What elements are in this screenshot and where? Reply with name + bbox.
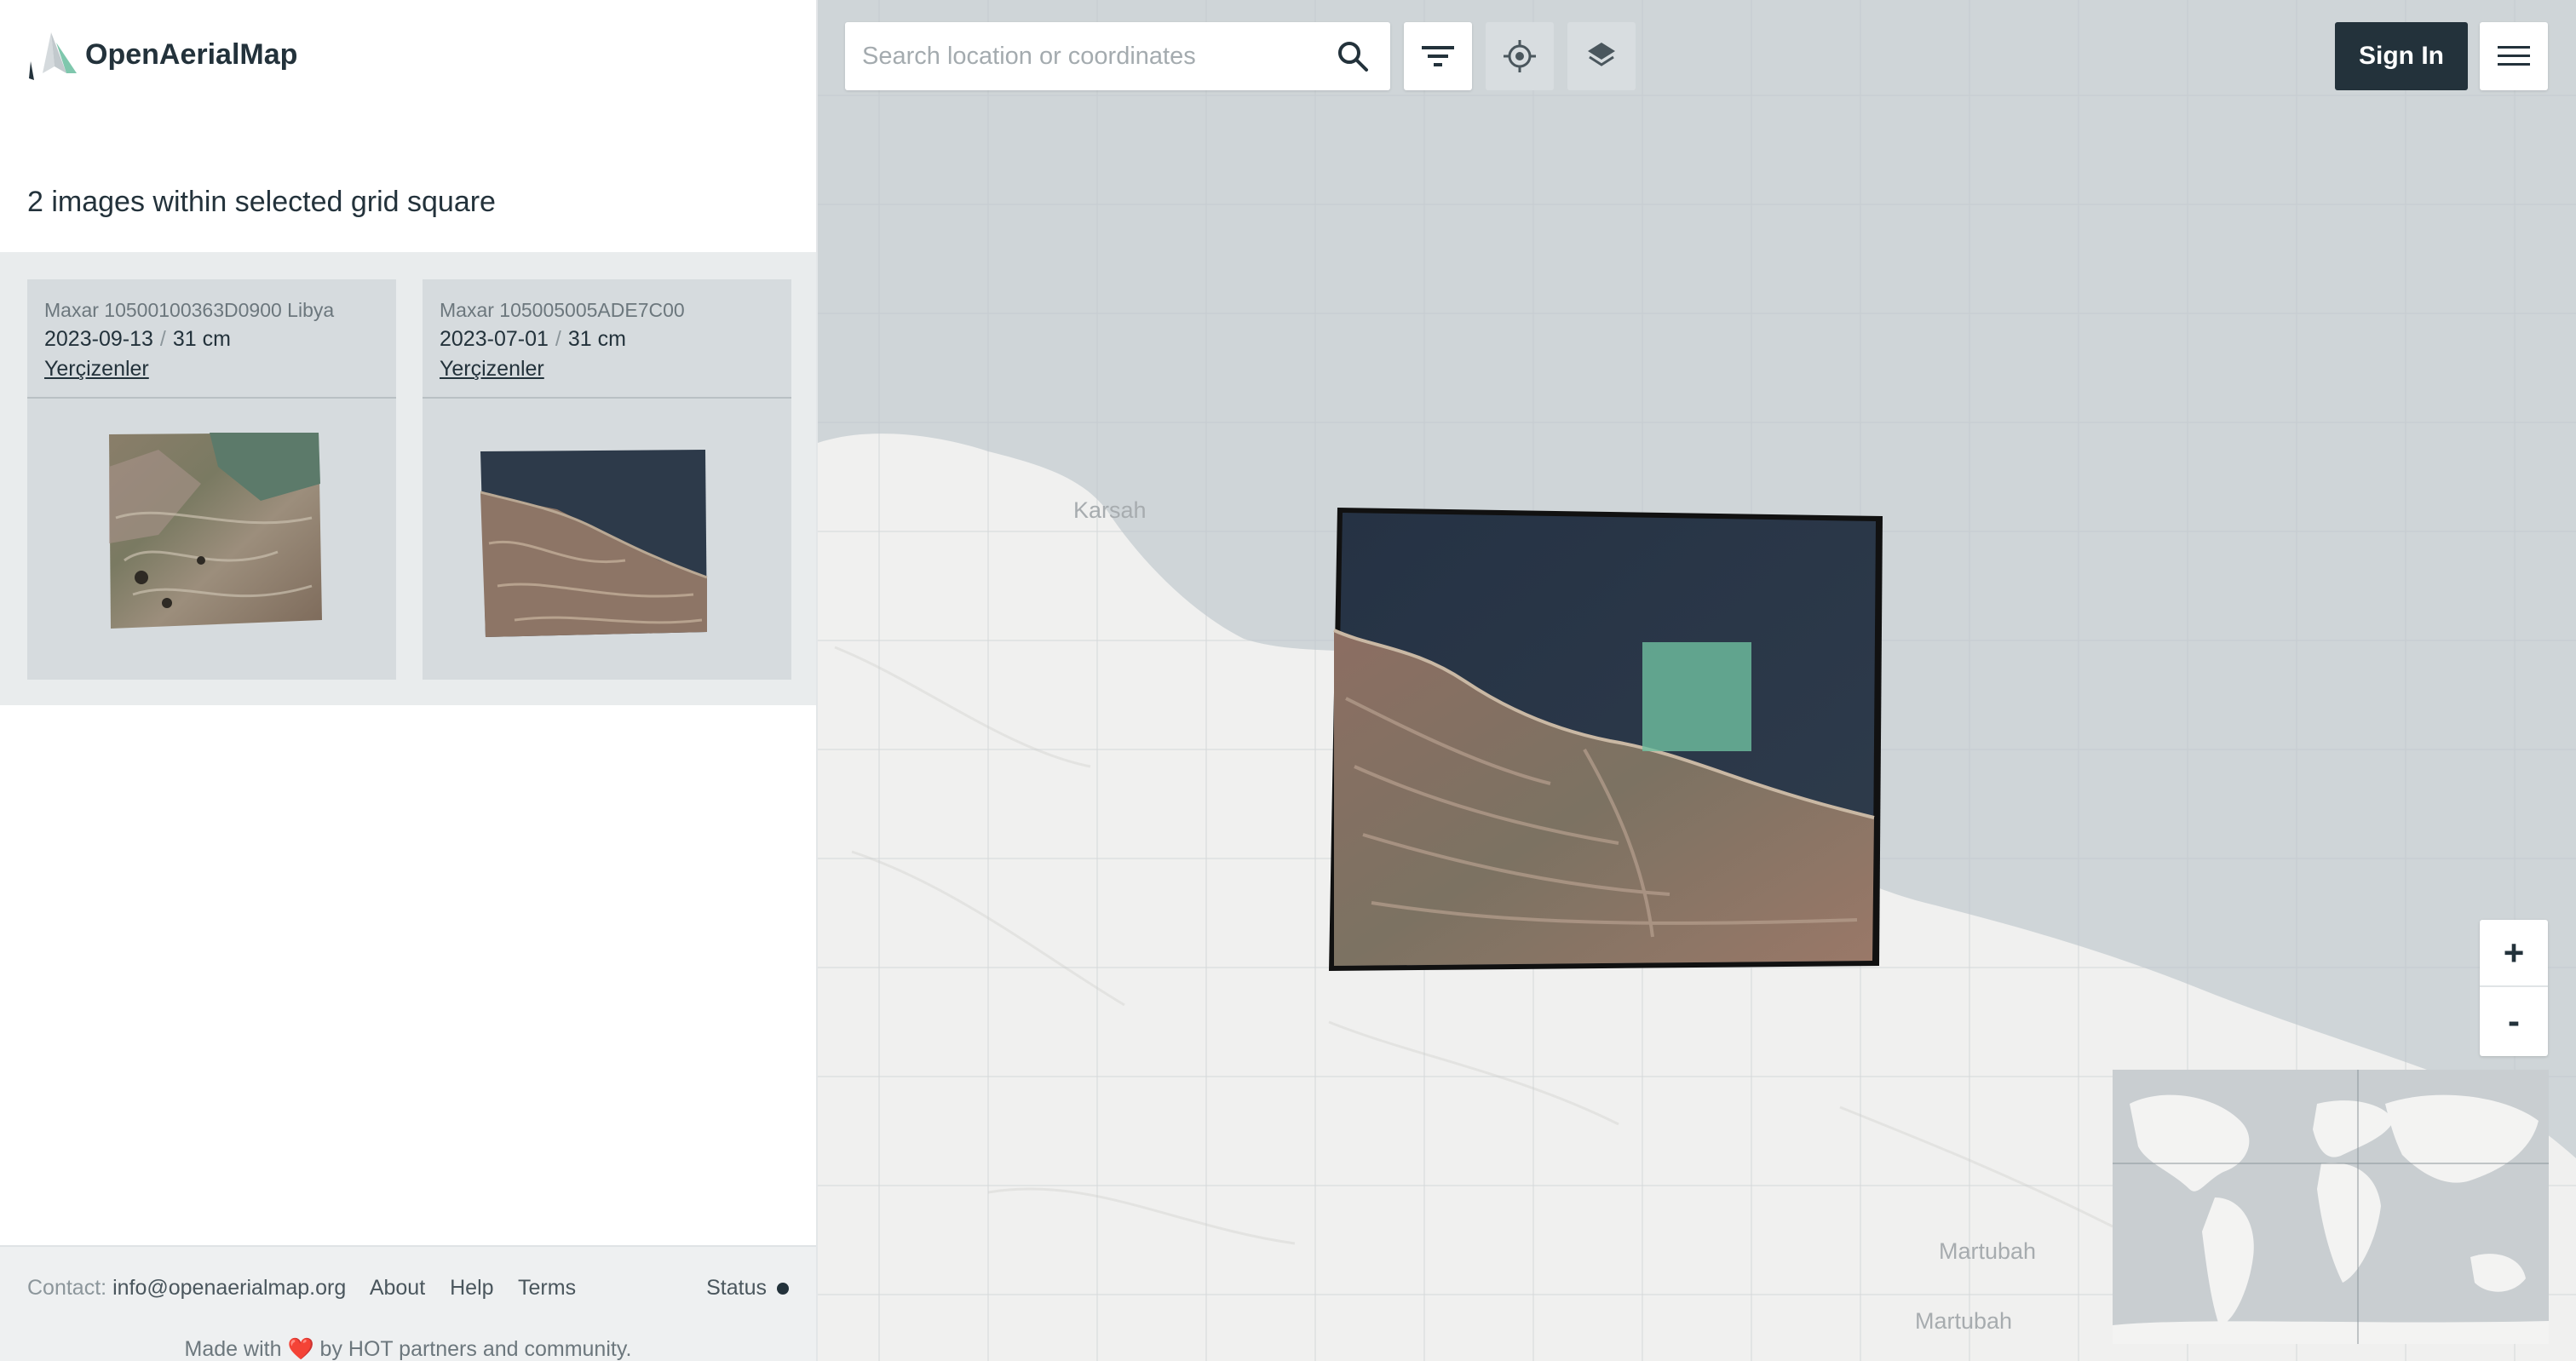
zoom-control: + -: [2480, 920, 2548, 1056]
results-panel: Maxar 10500100363D0900 Libya 2023-09-13/…: [0, 252, 816, 705]
help-link[interactable]: Help: [450, 1276, 493, 1300]
search-button[interactable]: [1332, 36, 1373, 77]
imagery-overlay[interactable]: [1329, 508, 1883, 971]
crosshair-icon: [1504, 40, 1536, 72]
image-card-meta: 2023-07-01/31 cm: [440, 324, 774, 354]
image-card-provider-link[interactable]: Yerçizenler: [440, 354, 774, 383]
footer-credit: Made with ❤️ by HOT partners and communi…: [0, 1337, 816, 1361]
heart-icon: ❤️: [287, 1337, 314, 1361]
locate-button[interactable]: [1486, 22, 1554, 90]
sign-in-button[interactable]: Sign In: [2335, 22, 2468, 90]
place-label: Martubah: [1915, 1308, 2013, 1334]
sidebar: OpenAerialMap 2 images within selected g…: [0, 0, 818, 1361]
made-with-text: Made with: [184, 1337, 282, 1361]
image-card-resolution: 31 cm: [567, 327, 626, 351]
meta-separator: /: [159, 327, 166, 351]
contact-label: Contact:: [27, 1276, 107, 1300]
footer: Contact: info@openaerialmap.org About He…: [0, 1245, 816, 1361]
place-label: Martubah: [1939, 1238, 2037, 1264]
image-card-header: Maxar 105005005ADE7C00 2023-07-01/31 cm …: [423, 279, 791, 399]
image-thumbnail: [480, 450, 708, 637]
layers-icon: [1588, 43, 1615, 66]
terms-link[interactable]: Terms: [518, 1276, 576, 1300]
image-card[interactable]: Maxar 10500100363D0900 Libya 2023-09-13/…: [27, 279, 396, 680]
image-card-provider-link[interactable]: Yerçizenler: [44, 354, 379, 383]
menu-button[interactable]: [2480, 22, 2548, 90]
zoom-in-button[interactable]: +: [2480, 920, 2548, 987]
layers-button[interactable]: [1567, 22, 1636, 90]
brand-name: OpenAerialMap: [85, 37, 298, 71]
status-label: Status: [706, 1276, 767, 1300]
about-link[interactable]: About: [370, 1276, 425, 1300]
hamburger-menu-icon: [2498, 46, 2530, 66]
image-card-title: Maxar 105005005ADE7C00: [440, 299, 685, 321]
image-thumbnail: [109, 433, 322, 629]
image-card-date: 2023-09-13: [44, 327, 153, 351]
image-card[interactable]: Maxar 105005005ADE7C00 2023-07-01/31 cm …: [423, 279, 791, 680]
image-card-resolution: 31 cm: [172, 327, 231, 351]
search-box[interactable]: [845, 22, 1390, 90]
selected-grid-cell[interactable]: [1642, 642, 1751, 751]
footer-links: Contact: info@openaerialmap.org About He…: [27, 1276, 595, 1301]
zoom-out-button[interactable]: -: [2480, 987, 2548, 1054]
filter-button[interactable]: [1404, 22, 1472, 90]
brand[interactable]: OpenAerialMap: [26, 29, 297, 80]
image-card-date: 2023-07-01: [440, 327, 549, 351]
place-label: Karsah: [1073, 497, 1147, 523]
image-card-header: Maxar 10500100363D0900 Libya 2023-09-13/…: [27, 279, 396, 399]
status-link[interactable]: Status: [706, 1276, 789, 1301]
contact-email-link[interactable]: info@openaerialmap.org: [112, 1276, 346, 1300]
filter-icon: [1422, 46, 1454, 66]
oam-logo-icon: [29, 32, 77, 80]
search-icon: [1338, 42, 1368, 72]
results-title: 2 images within selected grid square: [27, 186, 496, 218]
image-card-meta: 2023-09-13/31 cm: [44, 324, 379, 354]
made-by-text: by HOT partners and community.: [319, 1337, 632, 1361]
world-map: [2113, 1070, 2549, 1344]
search-input[interactable]: [862, 42, 1332, 71]
status-dot-icon: [777, 1282, 789, 1295]
map-view[interactable]: Karsah Martubah Martubah Search location…: [818, 0, 2576, 1361]
image-card-title: Maxar 10500100363D0900 Libya: [44, 299, 335, 321]
meta-separator: /: [555, 327, 561, 351]
overview-minimap[interactable]: [2113, 1070, 2549, 1344]
